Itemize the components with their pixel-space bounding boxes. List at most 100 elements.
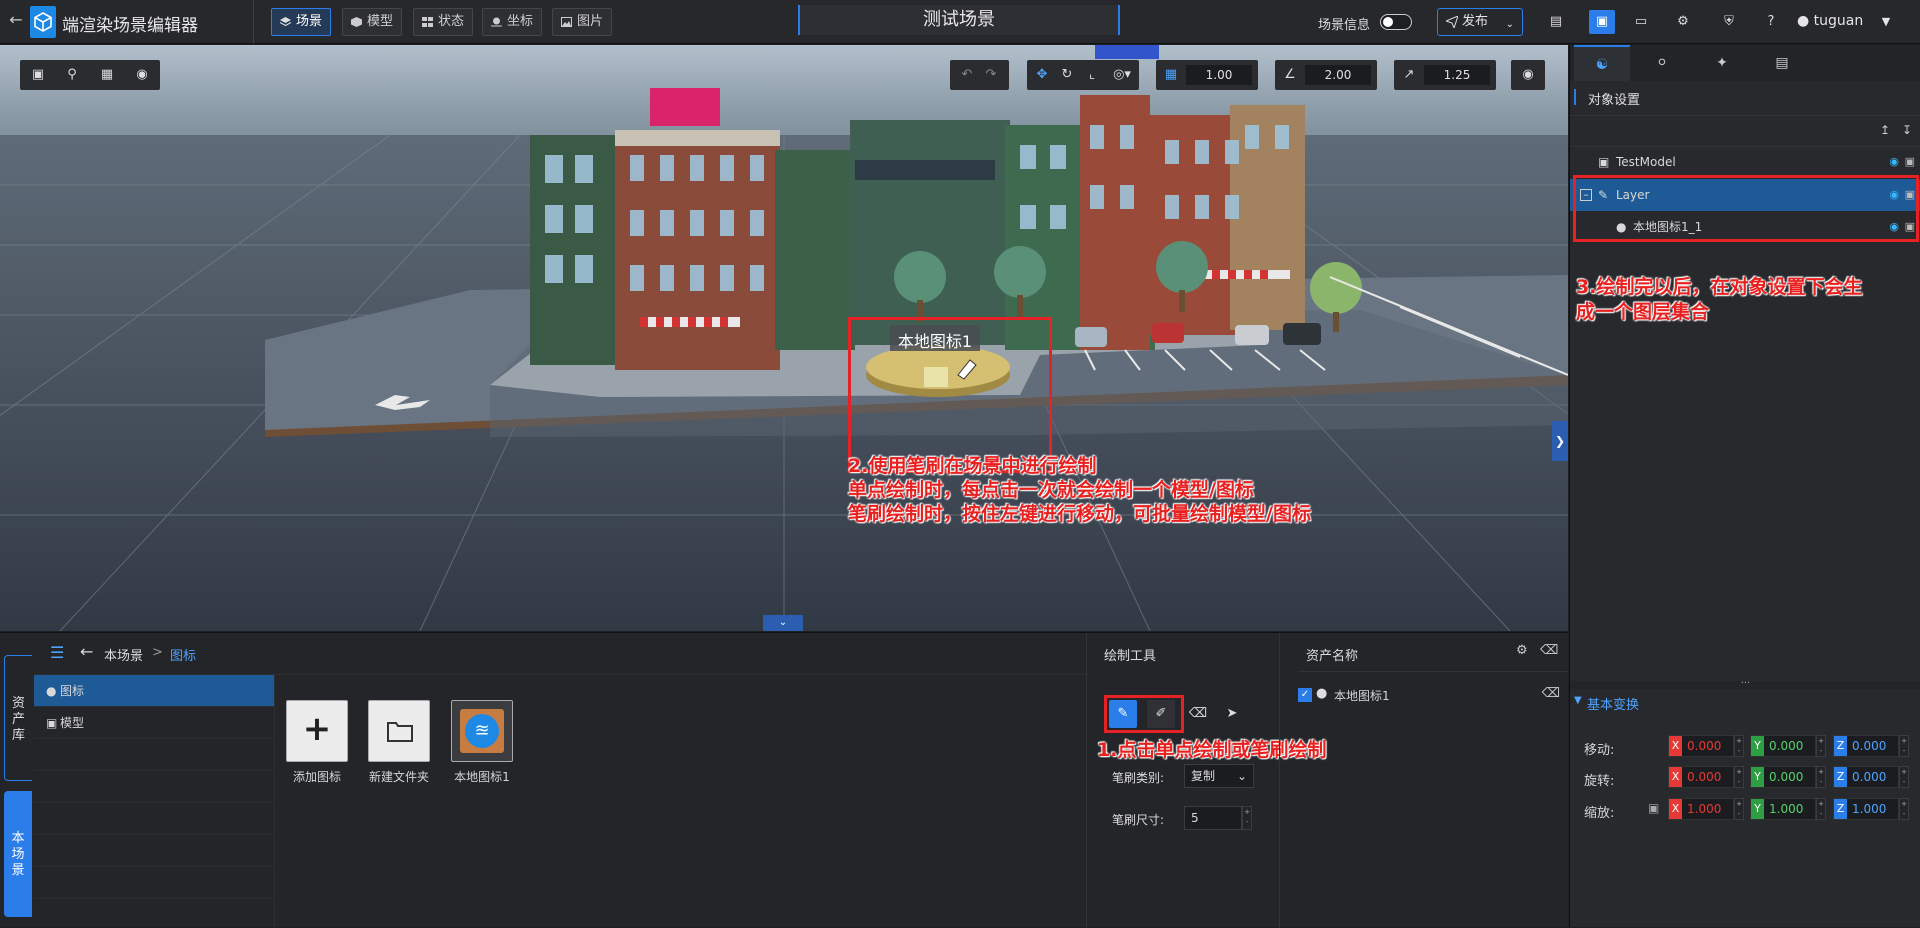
monitor-icon[interactable]: ▭ — [1630, 10, 1652, 34]
move-y-input[interactable]: Y 0.000 — [1750, 735, 1816, 757]
building-add-icon[interactable]: ▦ — [98, 66, 116, 84]
transform-title[interactable]: 基本变换 — [1587, 694, 1639, 713]
image-tab[interactable]: ▤ — [1754, 45, 1810, 81]
tab-image[interactable]: 图片 — [552, 8, 613, 36]
stepper[interactable]: + - — [1242, 806, 1252, 830]
cube-view-icon[interactable]: ▣ — [29, 66, 47, 84]
tab-this-scene[interactable]: 本场景 — [4, 791, 32, 917]
scale-y-input[interactable]: Y 1.000 — [1750, 798, 1816, 820]
tree-item-icons[interactable]: ● 图标 — [34, 675, 274, 707]
stepper[interactable]: + - — [1899, 798, 1909, 820]
download-icon[interactable]: ↧ — [1902, 123, 1912, 137]
rotate-icon[interactable]: ↻ — [1058, 66, 1076, 84]
menu-icon[interactable]: ☰ — [50, 643, 64, 662]
rotate-y-input[interactable]: Y 0.000 — [1750, 766, 1816, 788]
tab-model[interactable]: 模型 — [342, 8, 403, 36]
tab-coordinate[interactable]: 坐标 — [482, 8, 543, 36]
view-toolbar: ▣ ⚲ ▦ ◉ — [20, 60, 160, 90]
eye-icon[interactable]: ◉ — [1889, 146, 1899, 178]
stepper[interactable]: + - — [1899, 766, 1909, 788]
arrow-left-icon[interactable]: ← — [6, 10, 26, 32]
scene-info-toggle[interactable] — [1380, 14, 1412, 30]
tab-asset-library[interactable]: 资产库 — [4, 655, 32, 781]
scale-z-input[interactable]: Z 1.000 — [1833, 798, 1899, 820]
stepper[interactable]: + - — [1734, 735, 1744, 757]
right-panel: ☯ ⚪ ✦ ▤ 对象设置 ↥ ↧ ▣ TestModel ◉ ▣ – ✎ Lay… — [1569, 45, 1920, 927]
chevron-down-icon[interactable]: ▼ — [1574, 695, 1582, 706]
object-settings-tab[interactable]: ☯ — [1574, 45, 1630, 81]
move-icon[interactable]: ✥ — [1033, 66, 1051, 84]
move-x-input[interactable]: X 0.000 — [1668, 735, 1734, 757]
publish-label: 发布 — [1462, 14, 1489, 29]
grid-snap-value[interactable]: 1.00 — [1186, 65, 1252, 85]
transform-label: 缩放: — [1584, 806, 1615, 821]
stepper[interactable]: + - — [1816, 735, 1826, 757]
brush-size-input[interactable]: 5 — [1184, 806, 1242, 830]
tab-scene[interactable]: 场景 — [271, 8, 332, 36]
scale-x-input[interactable]: X 1.000 — [1668, 798, 1734, 820]
archive-icon[interactable]: ▤ — [1545, 10, 1567, 34]
focus-target-icon[interactable]: ◉ — [1519, 66, 1537, 84]
settings-icon[interactable]: ⚙ — [1672, 10, 1694, 34]
tree-item-models[interactable]: ▣ 模型 — [34, 707, 274, 739]
upload-icon[interactable]: ↥ — [1880, 123, 1890, 137]
help-icon[interactable]: ? — [1760, 10, 1782, 34]
gear-icon[interactable]: ⚙ — [1516, 643, 1528, 658]
tab-label: 状态 — [438, 14, 465, 29]
save-icon[interactable]: ▣ — [1589, 10, 1615, 34]
checkbox[interactable]: ✓ — [1298, 688, 1312, 702]
asset-list-item[interactable]: ✓ ● 本地图标1 ⌫ — [1298, 685, 1568, 709]
undo-icon[interactable]: ↶ — [958, 66, 976, 84]
move-z-input[interactable]: Z 0.000 — [1833, 735, 1899, 757]
resize-handle[interactable]: ··· — [1570, 679, 1920, 689]
add-icon-asset[interactable]: + 添加图标 — [286, 700, 348, 785]
scene-info-label: 场景信息 — [1318, 18, 1371, 33]
effects-tab[interactable]: ✦ — [1694, 45, 1750, 81]
divider — [1279, 633, 1280, 928]
breadcrumb-root[interactable]: 本场景 — [104, 645, 143, 664]
brush-type-select[interactable]: 复制 ⌄ — [1184, 764, 1254, 788]
publish-button[interactable]: 发布 ⌄ — [1437, 8, 1523, 36]
location-pin-icon[interactable]: ⚲ — [63, 66, 81, 84]
top-bar: ← 端渲染场景编辑器 场景 模型 状态 坐标 图片 测试场景 场景信息 发布 ⌄… — [0, 0, 1920, 44]
resize-icon[interactable]: ↗ — [1400, 66, 1418, 84]
local-icon-asset[interactable]: ≊ 本地图标1 — [451, 700, 513, 785]
transform-toolbar: ✥ ↻ ⌞ ◎▾ — [1027, 60, 1139, 90]
eraser-icon[interactable]: ⌫ — [1184, 700, 1212, 728]
chevron-right-icon[interactable]: ❯ — [1552, 421, 1568, 461]
arrow-left-icon[interactable]: ← — [80, 642, 93, 661]
stepper[interactable]: + - — [1899, 735, 1909, 757]
lock-icon[interactable]: ▣ — [1905, 146, 1915, 178]
tab-label: 图片 — [577, 14, 604, 29]
select-pointer-icon[interactable]: ➤ — [1218, 700, 1246, 728]
trash-icon[interactable]: ⌫ — [1542, 686, 1560, 701]
lock-icon[interactable]: ▣ — [1648, 801, 1659, 815]
angle-icon[interactable]: ∠ — [1281, 66, 1299, 84]
tree-item-testmodel[interactable]: ▣ TestModel ◉ ▣ — [1570, 146, 1920, 178]
globe-icon[interactable]: ◉ — [133, 66, 151, 84]
breadcrumb-current[interactable]: 图标 — [170, 645, 196, 664]
divider — [253, 0, 254, 44]
new-folder-asset[interactable]: 新建文件夹 — [368, 700, 430, 785]
rotate-x-input[interactable]: X 0.000 — [1668, 766, 1734, 788]
stepper[interactable]: + - — [1816, 766, 1826, 788]
scene-title[interactable]: 测试场景 — [798, 5, 1120, 35]
stepper[interactable]: + - — [1816, 798, 1826, 820]
user-menu[interactable]: ● tuguan ▼ — [1797, 13, 1890, 29]
angle-snap-value[interactable]: 2.00 — [1305, 65, 1371, 85]
annotation-box-tree — [1573, 175, 1919, 242]
scale-axis-icon[interactable]: ⌞ — [1083, 66, 1101, 84]
stepper[interactable]: + - — [1734, 798, 1744, 820]
shield-icon[interactable]: ⛨ — [1718, 10, 1740, 34]
cube-logo-icon — [30, 6, 56, 38]
grid-snap-icon[interactable]: ▦ — [1162, 66, 1180, 84]
stepper[interactable]: + - — [1734, 766, 1744, 788]
scene-viewport[interactable]: 本地图标1 ▣ ⚲ ▦ ◉ ↶ ↷ ✥ ↻ ⌞ ◎▾ ▦ 1.00 ∠ 2.00… — [0, 45, 1568, 631]
tab-state[interactable]: 状态 — [413, 8, 474, 36]
scale-snap-value[interactable]: 1.25 — [1424, 65, 1490, 85]
coordinate-mode-icon[interactable]: ◎▾ — [1109, 66, 1135, 84]
light-tab[interactable]: ⚪ — [1634, 45, 1690, 81]
rotate-z-input[interactable]: Z 0.000 — [1833, 766, 1899, 788]
redo-icon[interactable]: ↷ — [982, 66, 1000, 84]
trash-icon[interactable]: ⌫ — [1540, 643, 1558, 658]
